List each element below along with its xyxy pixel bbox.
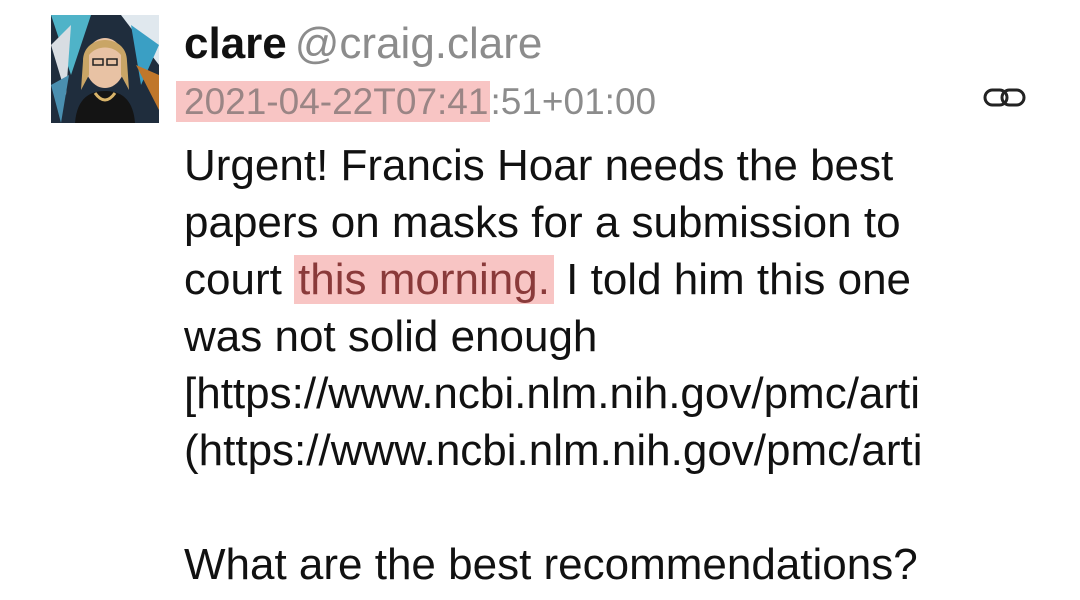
- highlighted-text: this morning.: [294, 255, 554, 304]
- body-line: court this morning. I told him this one: [184, 251, 1034, 308]
- link-icon[interactable]: [983, 86, 1027, 110]
- body-line: was not solid enough: [184, 312, 598, 361]
- avatar[interactable]: [51, 15, 159, 123]
- display-name[interactable]: clare: [184, 19, 287, 68]
- body-line: What are the best recommendations?: [184, 540, 918, 589]
- post-body: Urgent! Francis Hoar needs the best pape…: [184, 137, 1064, 593]
- post: clare @craig.clare 2021-04-22T07:41:51+01…: [0, 0, 1080, 600]
- body-link[interactable]: (https://www.ncbi.nlm.nih.gov/pmc/arti: [184, 422, 1034, 479]
- body-text-segment: I told him this one: [553, 255, 912, 304]
- body-link[interactable]: [https://www.ncbi.nlm.nih.gov/pmc/arti: [184, 365, 1034, 422]
- body-line: papers on masks for a submission to: [184, 198, 901, 247]
- body-text-segment: court: [184, 255, 295, 304]
- timestamp-highlighted: 2021-04-22T07:41: [176, 81, 491, 122]
- post-timestamp[interactable]: 2021-04-22T07:41:51+01:00: [176, 79, 656, 125]
- timestamp-rest: :51+01:00: [490, 81, 657, 122]
- user-handle[interactable]: @craig.clare: [295, 19, 543, 68]
- body-line: Urgent! Francis Hoar needs the best: [184, 141, 894, 190]
- author-row: clare @craig.clare: [184, 16, 542, 76]
- avatar-image: [51, 15, 159, 123]
